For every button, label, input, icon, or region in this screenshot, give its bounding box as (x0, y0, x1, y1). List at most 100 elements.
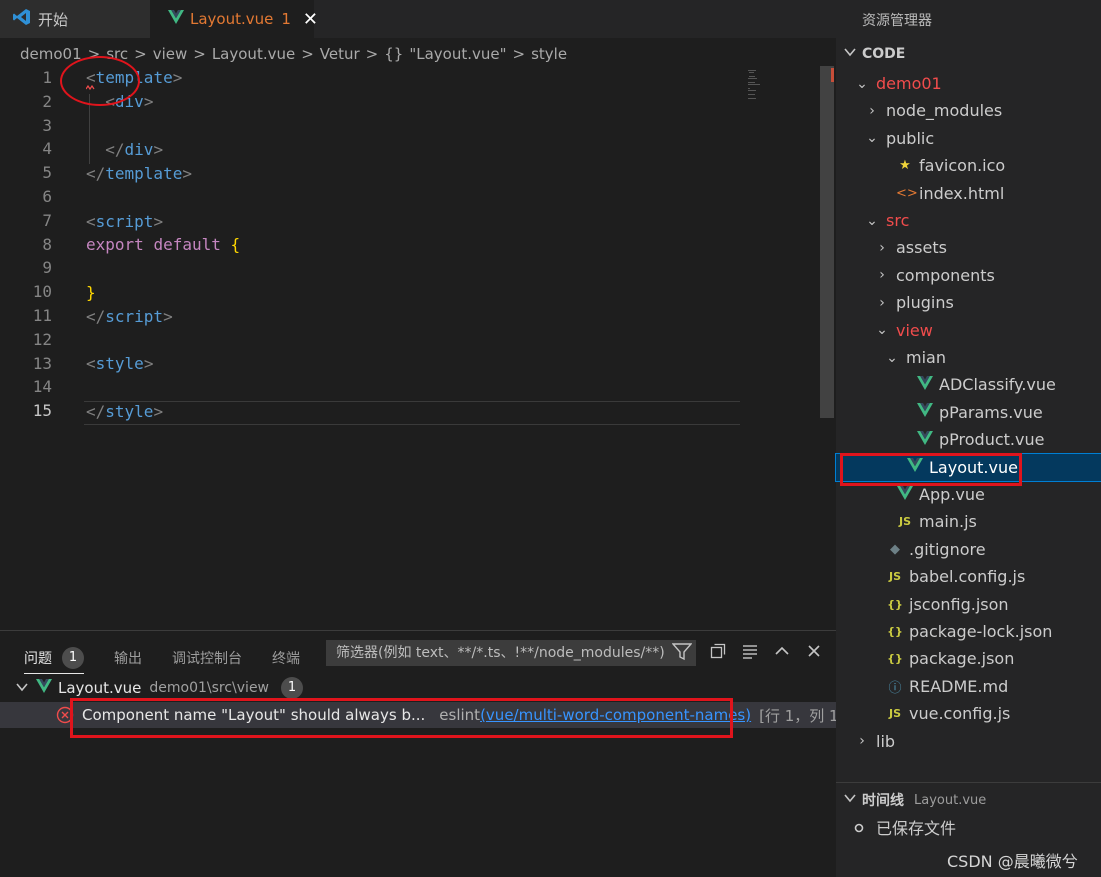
problem-file-name: Layout.vue (58, 679, 142, 697)
tab-start[interactable]: 开始 (0, 0, 150, 38)
problems-filter-input[interactable]: 筛选器(例如 text、**/*.ts、!**/node_modules/**) (326, 640, 696, 666)
chevron-right-icon: › (869, 102, 875, 119)
tab-output[interactable]: 输出 (114, 648, 142, 668)
tree-item[interactable]: {} package-lock.json (836, 618, 1101, 645)
tree-item[interactable]: ⌄ mian (836, 344, 1101, 371)
tree-item[interactable]: <> index.html (836, 180, 1101, 207)
tree-item-label: index.html (919, 183, 1005, 203)
tab-layout-label: Layout.vue (190, 10, 274, 28)
breadcrumb-separator: > (301, 45, 314, 63)
timeline-header[interactable]: 时间线 Layout.vue (836, 789, 1101, 811)
code-editor[interactable]: 1 2 3 4 5 6 7 8 9 10 11 12 13 14 15 <template> <div> <… (0, 66, 820, 626)
tree-item[interactable]: › assets (836, 234, 1101, 261)
tree-item[interactable]: ⌄ demo01 (836, 70, 1101, 97)
tree-item-label: lib (876, 731, 896, 751)
tree-item-label: mian (906, 348, 946, 367)
tree-item[interactable]: ⓘ README.md (836, 673, 1101, 700)
timeline-file: Layout.vue (914, 792, 987, 808)
tree-item-label: demo01 (876, 74, 942, 93)
annotation-circle (60, 56, 140, 106)
tab-terminal-label: 终端 (272, 651, 300, 667)
breadcrumb-item[interactable]: view (153, 45, 188, 63)
breadcrumb-item[interactable]: style (531, 45, 567, 63)
tab-problem-count: 1 (281, 10, 291, 28)
tab-debug-console-label: 调试控制台 (172, 651, 242, 667)
tree-item[interactable]: pProduct.vue (836, 426, 1101, 453)
tree-item[interactable]: JS babel.config.js (836, 563, 1101, 590)
problem-file-row[interactable]: Layout.vue demo01\src\view 1 (0, 676, 836, 700)
annotation-rectangle-problem (70, 698, 733, 738)
breadcrumb-item[interactable]: {} (384, 45, 403, 63)
maximize-panel-icon[interactable] (774, 643, 790, 663)
tree-item-label: public (886, 128, 935, 148)
line-number: 12 (32, 329, 52, 349)
editor-scrollbar[interactable] (820, 66, 834, 418)
timeline-item-label: 已保存文件 (876, 819, 957, 838)
vue-file-icon (36, 679, 52, 697)
chevron-right-icon: › (859, 733, 865, 750)
chevron-down-icon: ⌄ (866, 130, 878, 147)
tree-item[interactable]: pParams.vue (836, 399, 1101, 426)
code-line-7: <script> (86, 212, 164, 231)
line-number: 5 (42, 163, 52, 183)
chevron-down-icon: ⌄ (886, 349, 898, 366)
tree-item-label: babel.config.js (909, 567, 1026, 587)
tree-item[interactable]: JS vue.config.js (836, 700, 1101, 727)
tree-item-label: .gitignore (909, 539, 986, 559)
file-type-icon: <> (896, 185, 918, 201)
filter-icon[interactable] (671, 643, 693, 665)
tree-item[interactable]: › plugins (836, 289, 1101, 316)
tree-item-label: vue.config.js (909, 704, 1011, 724)
minimap[interactable] (748, 70, 762, 100)
collapse-all-icon[interactable] (710, 643, 726, 663)
timeline-separator (836, 782, 1101, 783)
breadcrumb-separator: > (134, 45, 147, 63)
close-panel-icon[interactable] (806, 643, 822, 663)
timeline-title: 时间线 (862, 793, 904, 809)
tab-problems-label: 问题 (24, 651, 52, 667)
chevron-down-icon[interactable] (16, 679, 28, 697)
breadcrumb-item[interactable]: Vetur (320, 45, 360, 63)
tree-item[interactable]: › lib (836, 728, 1101, 755)
view-as-list-icon[interactable] (742, 643, 758, 663)
line-number: 3 (42, 115, 52, 135)
explorer-section-code[interactable]: CODE (836, 42, 1101, 66)
file-type-icon: JS (898, 515, 911, 529)
problems-badge: 1 (62, 647, 84, 669)
tab-terminal[interactable]: 终端 (272, 648, 300, 668)
annotation-rectangle-file (840, 453, 1022, 486)
tab-problems[interactable]: 问题 1 (24, 647, 84, 674)
tree-item[interactable]: {} package.json (836, 645, 1101, 672)
tree-item[interactable]: {} jsconfig.json (836, 591, 1101, 618)
chevron-down-icon (844, 792, 856, 808)
tree-item[interactable]: ADClassify.vue (836, 371, 1101, 398)
breadcrumb-item[interactable]: demo01 (20, 45, 82, 63)
tree-item[interactable]: ◆ .gitignore (836, 536, 1101, 563)
tree-item[interactable]: ⌄ src (836, 207, 1101, 234)
vue-file-icon (916, 430, 934, 449)
chevron-down-icon: ⌄ (876, 322, 888, 339)
problem-position: [行 1，列 1] (759, 706, 845, 725)
tree-item-label: pParams.vue (939, 402, 1043, 422)
code-line-5: </template> (86, 164, 192, 183)
tree-item-label: ADClassify.vue (939, 375, 1056, 395)
tree-item[interactable]: ⌄ view (836, 317, 1101, 344)
tab-layout-vue[interactable]: Layout.vue 1 ✕ (150, 0, 318, 38)
breadcrumb-item[interactable]: Layout.vue (212, 45, 295, 63)
tree-item[interactable]: ⌄ public (836, 125, 1101, 152)
tree-item[interactable]: › components (836, 262, 1101, 289)
tree-item-label: pProduct.vue (939, 430, 1045, 450)
close-icon[interactable]: ✕ (303, 9, 318, 30)
tab-debug-console[interactable]: 调试控制台 (172, 648, 242, 668)
timeline-item[interactable]: 已保存文件 (854, 815, 956, 839)
tab-output-label: 输出 (114, 651, 142, 667)
tree-item[interactable]: ★ favicon.ico (836, 152, 1101, 179)
tree-item[interactable]: JS main.js (836, 508, 1101, 535)
line-number: 15 (32, 401, 52, 421)
chevron-right-icon: › (879, 294, 885, 311)
tree-item[interactable]: › node_modules (836, 97, 1101, 124)
tree-item-label: src (886, 211, 910, 230)
explorer-section-label: CODE (862, 46, 906, 62)
breadcrumb-item[interactable]: "Layout.vue" (409, 45, 506, 63)
code-line-8: export default { (86, 235, 241, 254)
